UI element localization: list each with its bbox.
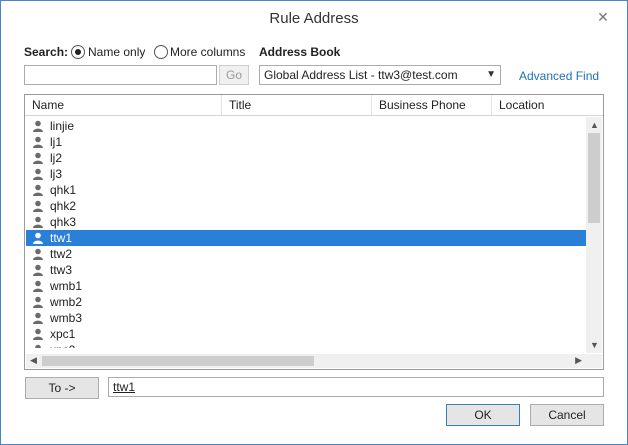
person-icon (32, 328, 44, 340)
list-item[interactable]: xpc2 (26, 342, 586, 348)
rule-address-dialog: Rule Address ✕ Search: Name only More co… (0, 0, 628, 445)
resolved-recipient[interactable]: ttw1 (113, 380, 135, 394)
scroll-right-icon[interactable]: ▶ (575, 355, 582, 366)
person-icon (32, 344, 44, 348)
close-icon[interactable]: ✕ (591, 7, 615, 27)
chevron-down-icon: ▼ (486, 69, 496, 80)
list-item-name: qhk2 (50, 199, 77, 213)
more-columns-label[interactable]: More columns (170, 45, 245, 59)
person-icon (32, 248, 44, 260)
list-item-name: ttw2 (50, 247, 73, 261)
scroll-down-icon[interactable]: ▼ (590, 340, 599, 350)
address-book-value: Global Address List - ttw3@test.com (264, 68, 458, 82)
horizontal-scroll-thumb[interactable] (42, 356, 314, 366)
to-button[interactable]: To -> (25, 377, 99, 399)
vertical-scrollbar[interactable]: ▲ ▼ (586, 117, 602, 353)
name-only-radio[interactable] (71, 45, 85, 59)
list-item-name: ttw1 (50, 231, 73, 245)
advanced-find-link[interactable]: Advanced Find (519, 69, 599, 83)
to-field[interactable]: ttw1 (108, 377, 604, 397)
person-icon (32, 200, 44, 212)
list-item-name: qhk1 (50, 183, 77, 197)
list-item-name: wmb1 (50, 279, 83, 293)
column-header-row: Name Title Business Phone Location (25, 95, 603, 116)
person-icon (32, 280, 44, 292)
list-item[interactable]: xpc1 (26, 326, 586, 342)
list-item[interactable]: ttw1 (26, 230, 586, 246)
list-item-name: lj1 (50, 135, 63, 149)
list-item-name: xpc2 (50, 342, 75, 348)
list-item-name: xpc1 (50, 327, 76, 341)
person-icon (32, 152, 44, 164)
list-item[interactable]: linjie (26, 118, 586, 134)
column-header-location[interactable]: Location (492, 95, 603, 115)
list-rows: linjie lj1 lj2 lj3 qhk1 qhk2 qhk3 ttw1 ttw2 ttw3 w… (26, 118, 586, 348)
scroll-corner (586, 354, 602, 368)
horizontal-scrollbar[interactable]: ◀ ▶ (26, 354, 586, 368)
list-item-name: linjie (50, 119, 75, 133)
list-item[interactable]: qhk1 (26, 182, 586, 198)
person-icon (32, 120, 44, 132)
person-icon (32, 168, 44, 180)
list-item[interactable]: ttw3 (26, 262, 586, 278)
scroll-up-icon[interactable]: ▲ (590, 120, 599, 130)
search-label: Search: (24, 45, 69, 59)
column-header-business-phone[interactable]: Business Phone (372, 95, 492, 115)
list-item-name: wmb2 (50, 295, 83, 309)
address-book-label: Address Book (259, 45, 341, 59)
list-item[interactable]: qhk2 (26, 198, 586, 214)
list-item-name: wmb3 (50, 311, 83, 325)
list-item-name: lj2 (50, 151, 63, 165)
person-icon (32, 184, 44, 196)
column-header-name[interactable]: Name (25, 95, 222, 115)
list-item[interactable]: lj2 (26, 150, 586, 166)
list-item[interactable]: lj1 (26, 134, 586, 150)
person-icon (32, 264, 44, 276)
ok-button[interactable]: OK (446, 404, 520, 426)
column-header-title[interactable]: Title (222, 95, 372, 115)
list-item[interactable]: wmb3 (26, 310, 586, 326)
vertical-scroll-thumb[interactable] (588, 133, 600, 223)
person-icon (32, 232, 44, 244)
list-item[interactable]: ttw2 (26, 246, 586, 262)
person-icon (32, 216, 44, 228)
title-bar: Rule Address ✕ (1, 1, 627, 35)
list-item[interactable]: qhk3 (26, 214, 586, 230)
list-item-name: ttw3 (50, 263, 73, 277)
list-item[interactable]: wmb1 (26, 278, 586, 294)
search-input[interactable] (24, 65, 217, 85)
go-button[interactable]: Go (219, 65, 249, 85)
list-item[interactable]: lj3 (26, 166, 586, 182)
scroll-left-icon[interactable]: ◀ (30, 355, 37, 366)
person-icon (32, 136, 44, 148)
more-columns-radio[interactable] (154, 45, 168, 59)
window-title: Rule Address (269, 10, 359, 27)
name-only-label[interactable]: Name only (88, 45, 145, 59)
person-icon (32, 296, 44, 308)
list-item-name: lj3 (50, 167, 63, 181)
address-list: Name Title Business Phone Location linji… (24, 94, 604, 370)
cancel-button[interactable]: Cancel (530, 404, 604, 426)
list-item-name: qhk3 (50, 215, 77, 229)
person-icon (32, 312, 44, 324)
list-item[interactable]: wmb2 (26, 294, 586, 310)
address-book-select[interactable]: Global Address List - ttw3@test.com ▼ (259, 65, 501, 85)
